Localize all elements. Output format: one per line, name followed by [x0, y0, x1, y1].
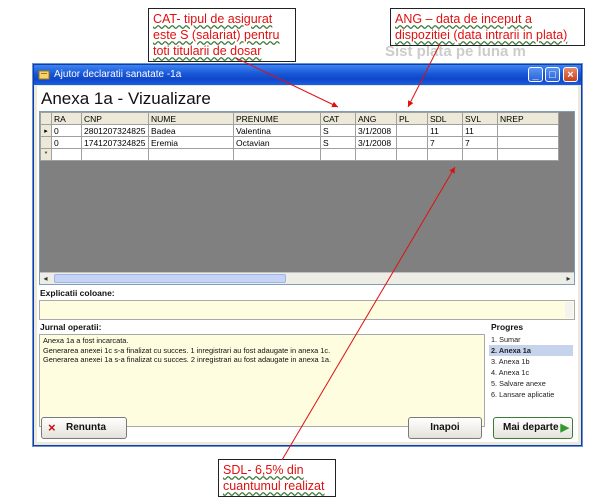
arrow-ang	[407, 43, 441, 108]
annotation-arrows	[235, 43, 456, 461]
arrow-sdl	[281, 166, 456, 461]
arrow-cat	[235, 57, 339, 108]
